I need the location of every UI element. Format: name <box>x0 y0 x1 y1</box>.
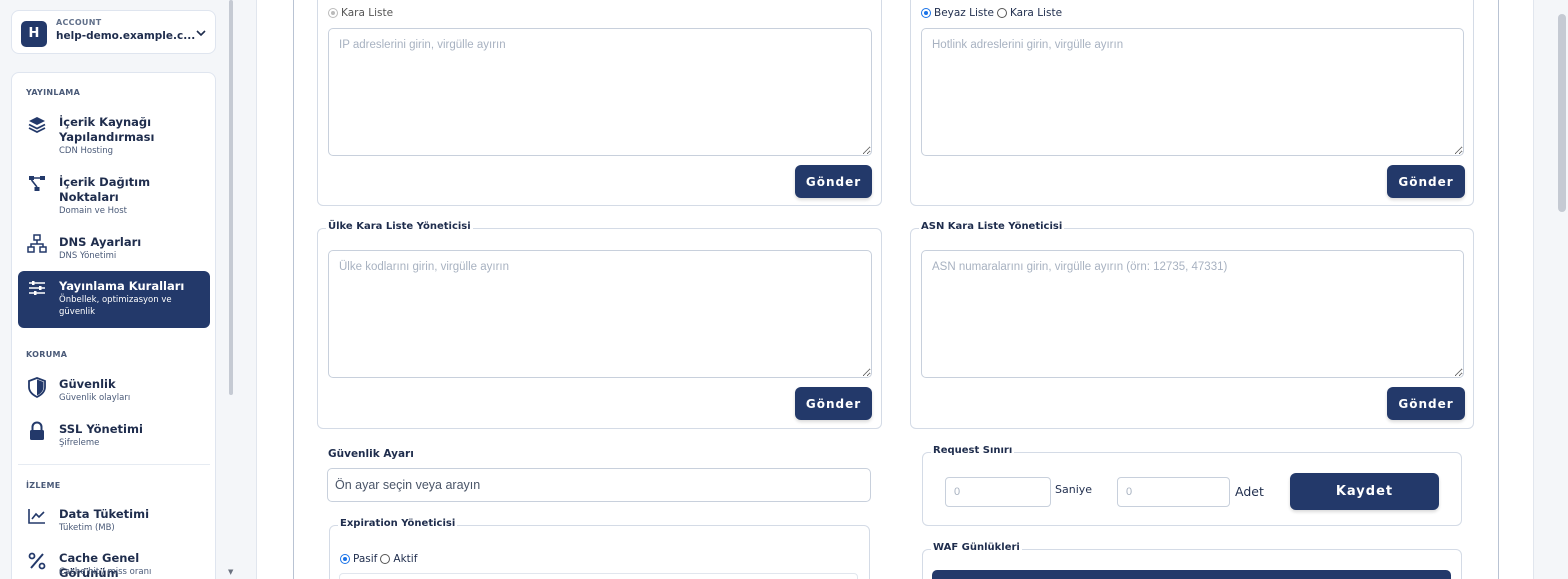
sidebar-item-icerik-dagitim[interactable]: İçerik Dağıtım Noktaları Domain ve Host <box>18 171 210 221</box>
request-limit-legend: Request Sınırı <box>931 445 1015 456</box>
country-blacklist-panel: Ülke Kara Liste Yöneticisi Gönder <box>317 221 882 429</box>
section-koruma: KORUMA <box>26 350 68 359</box>
hotlink-textarea[interactable] <box>921 28 1464 156</box>
layers-icon <box>28 117 46 134</box>
expiration-input[interactable] <box>339 573 858 579</box>
request-seconds-input[interactable] <box>945 477 1051 507</box>
sidebar-item-title: Yayınlama Kuralları <box>59 279 185 293</box>
shield-icon <box>28 377 46 398</box>
account-avatar: H <box>21 21 47 47</box>
hotlink-blacklist-radio[interactable] <box>996 8 1007 18</box>
section-frame-right <box>1498 0 1499 579</box>
hotlink-radio-group[interactable]: Beyaz Liste Kara Liste <box>921 7 1062 19</box>
sidebar-scrollbar[interactable] <box>229 0 233 395</box>
sliders-icon <box>29 281 45 295</box>
asn-numbers-textarea[interactable] <box>921 250 1464 378</box>
sidebar-item-dns[interactable]: DNS Ayarları DNS Yönetimi <box>18 231 210 265</box>
hotlink-submit-button[interactable]: Gönder <box>1387 165 1465 198</box>
percent-icon <box>28 552 46 570</box>
expiration-panel: Expiration Yöneticisi Pasif Aktif <box>329 518 870 579</box>
sitemap-icon <box>27 234 47 253</box>
waf-legend: WAF Günlükleri <box>931 542 1022 553</box>
sidebar-nav: YAYINLAMA İçerik Kaynağı Yapılandırması … <box>11 72 216 579</box>
asn-panel-legend: ASN Kara Liste Yöneticisi <box>919 221 1065 232</box>
sidebar-item-data-tuketimi[interactable]: Data Tüketimi Tüketim (MB) <box>18 503 210 537</box>
sidebar-item-sub: CDN Hosting <box>59 146 114 156</box>
hotlink-whitelist-radio[interactable] <box>921 8 931 18</box>
sidebar-item-title: SSL Yönetimi <box>59 422 143 436</box>
security-setting-label: Güvenlik Ayarı <box>328 448 414 460</box>
sidebar-item-yayinlama-kurallari[interactable]: Yayınlama Kuralları Önbellek, optimizasy… <box>18 271 210 328</box>
expiration-active-radio[interactable] <box>380 554 391 564</box>
section-yayinlama: YAYINLAMA <box>26 88 81 97</box>
sidebar-item-title: İçerik Dağıtım Noktaları <box>59 175 151 204</box>
hotlink-panel: Beyaz Liste Kara Liste Gönder <box>910 0 1474 206</box>
ip-addresses-textarea[interactable] <box>328 28 872 156</box>
country-panel-legend: Ülke Kara Liste Yöneticisi <box>326 221 473 232</box>
expiration-passive-label: Pasif <box>353 553 378 565</box>
hotlink-blacklist-label: Kara Liste <box>1009 7 1063 19</box>
account-kicker: ACCOUNT <box>56 18 102 27</box>
request-count-input[interactable] <box>1117 477 1230 507</box>
asn-blacklist-panel: ASN Kara Liste Yöneticisi Gönder <box>910 221 1474 429</box>
sidebar-item-sub: Domain ve Host <box>59 206 127 216</box>
sidebar-item-guvenlik[interactable]: Güvenlik Güvenlik olayları <box>18 373 210 407</box>
sidebar-item-sub: Tüketim (MB) <box>59 523 115 533</box>
sidebar-item-icerik-kaynagi[interactable]: İçerik Kaynağı Yapılandırması CDN Hostin… <box>18 111 210 161</box>
sidebar-item-sub: Cache hit / miss oranı <box>59 567 152 577</box>
count-unit-label: Adet <box>1235 484 1264 499</box>
sidebar-item-cache[interactable]: Cache Genel Görünüm Cache hit / miss ora… <box>18 547 210 579</box>
sidebar-item-title: Güvenlik <box>59 377 116 391</box>
ip-blacklist-panel: Kara Liste Gönder <box>317 0 882 206</box>
sidebar-item-title: İçerik Kaynağı Yapılandırması <box>59 115 155 144</box>
sidebar-item-sub: Şifreleme <box>59 438 100 448</box>
account-domain: help-demo.example.c... <box>56 30 196 42</box>
account-switcher[interactable]: H ACCOUNT help-demo.example.c... <box>11 10 216 54</box>
hotlink-whitelist-label: Beyaz Liste <box>934 7 994 19</box>
sidebar-item-ssl[interactable]: SSL Yönetimi Şifreleme <box>18 418 210 452</box>
sidebar-scroll-down-icon[interactable]: ▼ <box>228 568 233 576</box>
country-submit-button[interactable]: Gönder <box>795 387 872 420</box>
expiration-passive-radio[interactable] <box>340 554 350 564</box>
section-frame-left <box>293 0 294 579</box>
sidebar: H ACCOUNT help-demo.example.c... YAYINLA… <box>0 0 233 579</box>
expiration-active-label: Aktif <box>393 553 418 565</box>
asn-submit-button[interactable]: Gönder <box>1387 387 1465 420</box>
sidebar-item-sub: Güvenlik olayları <box>59 393 131 403</box>
security-preset-select[interactable]: Ön ayar seçin veya arayın <box>327 468 871 502</box>
sidebar-item-sub: Önbellek, optimizasyon ve güvenlik <box>59 295 172 317</box>
ip-blacklist-radio-label: Kara Liste <box>341 7 394 19</box>
ip-radio-group[interactable]: Kara Liste <box>328 7 393 19</box>
ip-blacklist-radio[interactable] <box>328 8 338 18</box>
lock-icon <box>30 421 44 440</box>
waf-logs-header[interactable] <box>932 570 1451 579</box>
sidebar-item-title: DNS Ayarları <box>59 235 142 249</box>
chart-line-icon <box>28 509 45 524</box>
sidebar-item-title: Data Tüketimi <box>59 507 150 521</box>
seconds-unit-label: Saniye <box>1055 483 1093 496</box>
section-izleme: İZLEME <box>26 481 61 490</box>
chevron-down-icon <box>196 30 206 37</box>
page-scrollbar-thumb[interactable] <box>1558 14 1566 212</box>
ip-submit-button[interactable]: Gönder <box>795 165 872 198</box>
save-request-limit-button[interactable]: Kaydet <box>1290 473 1439 510</box>
expiration-legend: Expiration Yöneticisi <box>338 518 458 529</box>
country-codes-textarea[interactable] <box>328 250 872 378</box>
sidebar-divider <box>18 464 210 465</box>
expiration-radio-group[interactable]: Pasif Aktif <box>340 553 417 565</box>
sidebar-item-sub: DNS Yönetimi <box>59 251 117 261</box>
network-icon <box>29 176 45 191</box>
